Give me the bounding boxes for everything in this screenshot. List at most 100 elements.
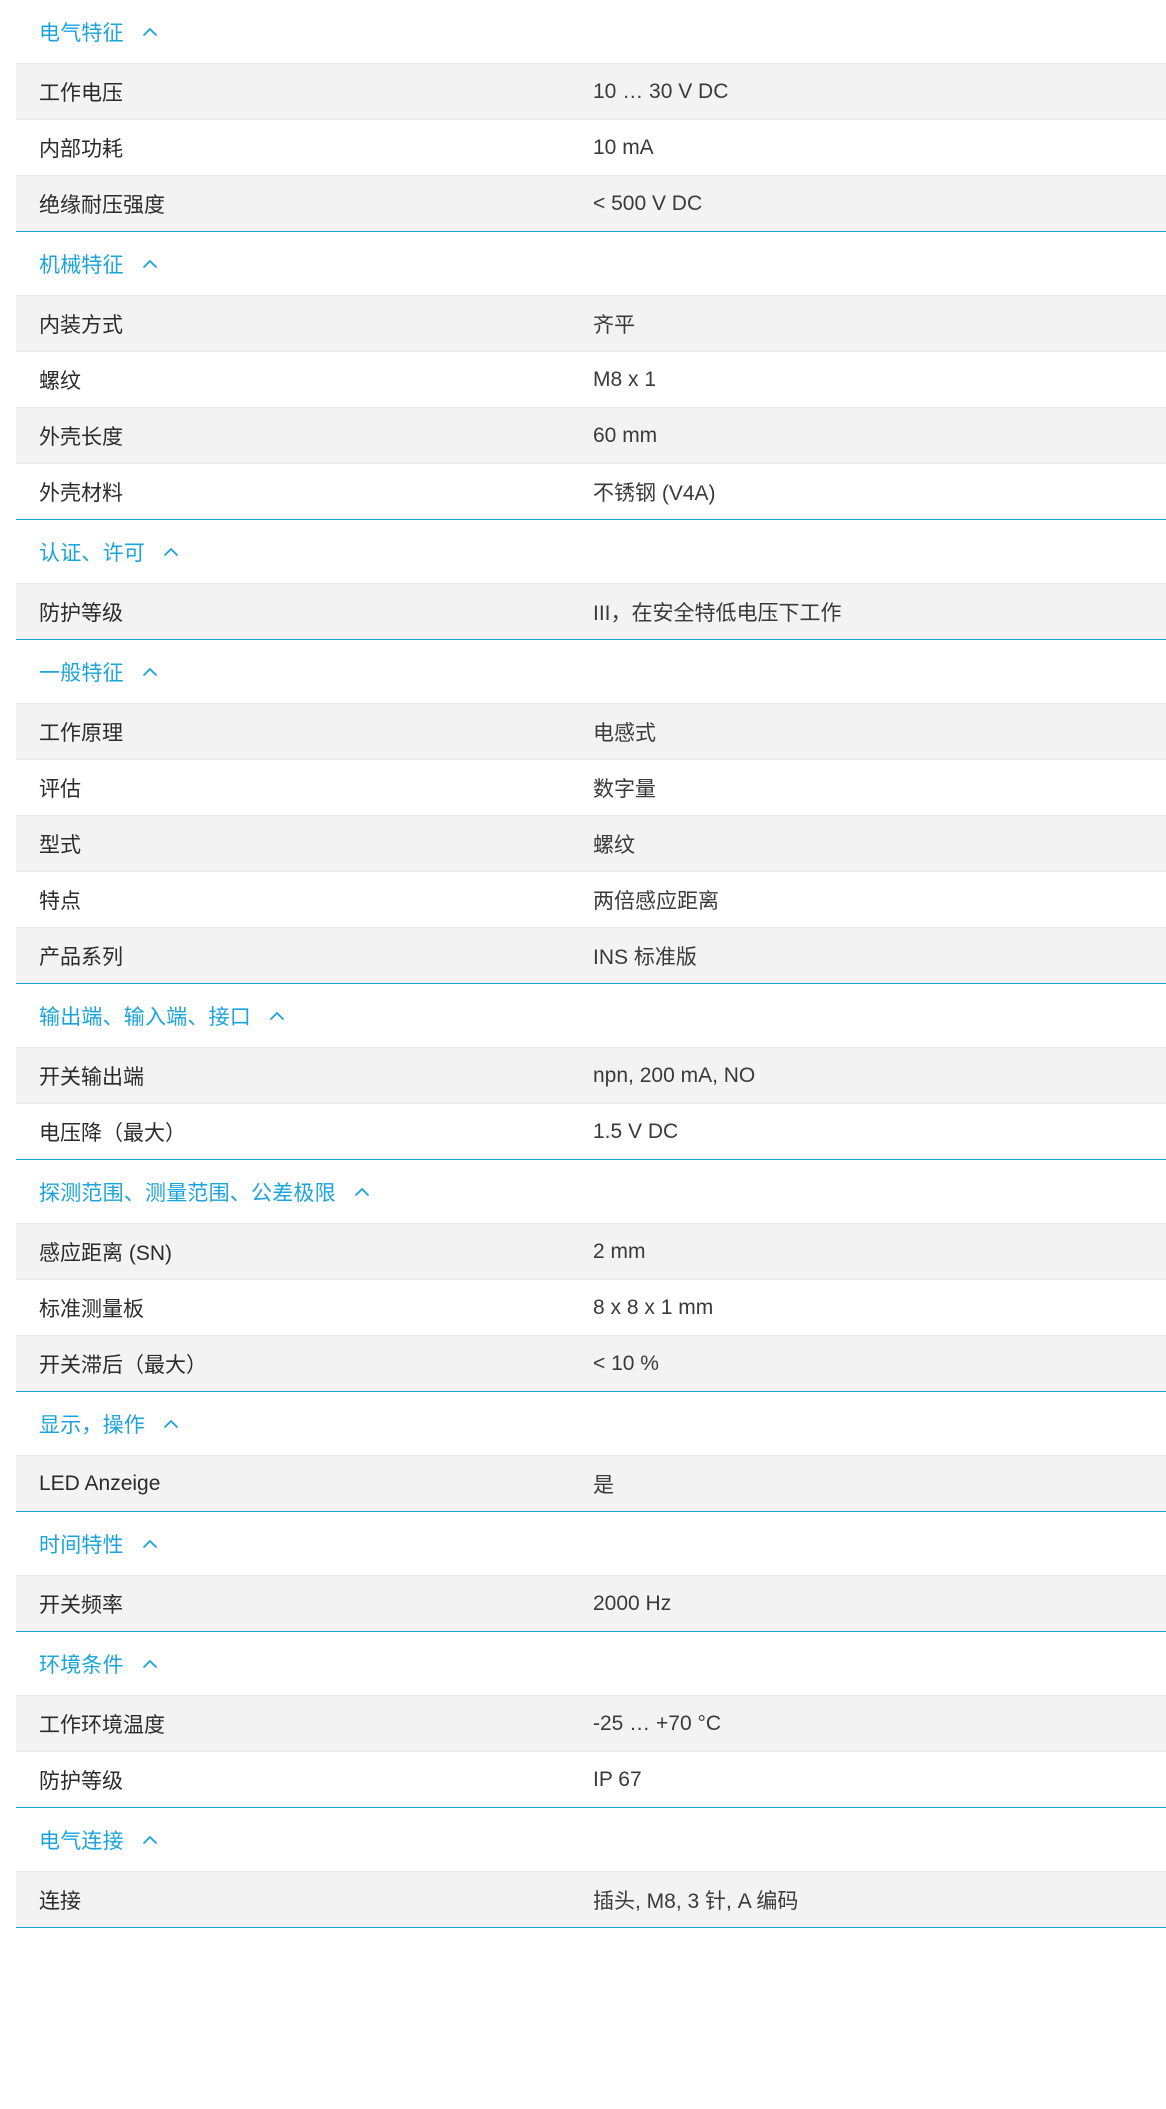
chevron-up-icon[interactable] xyxy=(159,1412,183,1436)
section-header-toggle[interactable]: 探测范围、测量范围、公差极限 xyxy=(16,1160,1166,1224)
spec-label: 工作电压 xyxy=(39,81,123,105)
spec-label: 产品系列 xyxy=(39,945,123,969)
section-title: 时间特性 xyxy=(39,1533,124,1557)
spec-row: 开关频率 2000 Hz xyxy=(16,1576,1166,1632)
spec-value: < 10 % xyxy=(593,1351,659,1375)
spec-section-environment: 环境条件工作环境温度 -25 … +70 °C 防护等级 IP 67 xyxy=(16,1632,1166,1808)
spec-label: 开关滞后（最大） xyxy=(39,1353,207,1377)
spec-row: 外壳长度 60 mm xyxy=(16,408,1166,464)
chevron-up-icon[interactable] xyxy=(138,252,162,276)
spec-row: 工作原理 电感式 xyxy=(16,704,1166,760)
section-title: 一般特征 xyxy=(39,661,124,685)
spec-label: 防护等级 xyxy=(39,1769,123,1793)
spec-value: 电感式 xyxy=(593,721,656,745)
spec-section-outputs: 输出端、输入端、接口 开关输出端 npn, 200 mA, NO 电压降（最大） 1.5… xyxy=(16,984,1166,1160)
spec-label: 工作环境温度 xyxy=(39,1713,165,1737)
spec-row: 防护等级 IP 67 xyxy=(16,1752,1166,1808)
section-header-toggle[interactable]: 时间特性 xyxy=(16,1512,1166,1576)
section-title: 输出端、输入端、接口 xyxy=(39,1005,251,1029)
spec-section-display: 显示，操作 LED Anzeige 是 xyxy=(16,1392,1166,1512)
section-rows: 防护等级 III，在安全特低电压下工作 xyxy=(16,584,1166,640)
spec-value: 10 mA xyxy=(593,135,654,159)
chevron-up-icon[interactable] xyxy=(159,540,183,564)
spec-value: -25 … +70 °C xyxy=(593,1711,722,1735)
section-title: 探测范围、测量范围、公差极限 xyxy=(39,1181,336,1205)
spec-label: 连接 xyxy=(39,1889,81,1913)
section-header-toggle[interactable]: 显示，操作 xyxy=(16,1392,1166,1456)
spec-label: 开关频率 xyxy=(39,1593,123,1617)
spec-label: 内装方式 xyxy=(39,313,123,337)
spec-label: 外壳长度 xyxy=(39,425,123,449)
section-header-toggle[interactable]: 电气特征 xyxy=(16,0,1166,64)
spec-label: 感应距离 (SN) xyxy=(39,1241,172,1265)
spec-label: 型式 xyxy=(39,833,81,857)
spec-value: 齐平 xyxy=(593,313,635,337)
chevron-up-icon[interactable] xyxy=(350,1180,374,1204)
spec-section-general: 一般特征工作原理 电感式 评估 数字量型式 螺纹特点 两倍感应距离产品系列 INS 标准版 xyxy=(16,640,1166,984)
section-rows: 工作原理 电感式 评估 数字量型式 螺纹特点 两倍感应距离产品系列 INS 标准版 xyxy=(16,704,1166,984)
spec-label: 标准测量板 xyxy=(39,1297,144,1321)
spec-label: 电压降（最大） xyxy=(39,1121,186,1145)
spec-label: 特点 xyxy=(39,889,81,913)
spec-table: 电气特征工作电压 10 … 30 V DC 内部功耗 10 mA 绝缘耐压强度 < 500… xyxy=(16,0,1166,1928)
spec-value: npn, 200 mA, NO xyxy=(593,1063,756,1087)
spec-value: INS 标准版 xyxy=(593,945,697,969)
spec-row: 工作电压 10 … 30 V DC xyxy=(16,64,1166,120)
spec-value: 两倍感应距离 xyxy=(593,889,719,913)
spec-row: 内部功耗 10 mA xyxy=(16,120,1166,176)
spec-value: 2 mm xyxy=(593,1239,646,1263)
section-title: 环境条件 xyxy=(39,1653,124,1677)
spec-value: 不锈钢 (V4A) xyxy=(593,481,716,505)
section-rows: 内装方式 齐平螺纹 M8 x 1 外壳长度 60 mm 外壳材料 不锈钢 (V4A) xyxy=(16,296,1166,520)
spec-value: 2000 Hz xyxy=(593,1591,672,1615)
spec-row: 内装方式 齐平 xyxy=(16,296,1166,352)
spec-section-mechanical: 机械特征内装方式 齐平螺纹 M8 x 1 外壳长度 60 mm 外壳材料 不锈钢 (V4A) xyxy=(16,232,1166,520)
spec-value: III，在安全特低电压下工作 xyxy=(593,601,842,625)
section-header-toggle[interactable]: 机械特征 xyxy=(16,232,1166,296)
chevron-up-icon[interactable] xyxy=(138,1652,162,1676)
chevron-up-icon[interactable] xyxy=(138,1828,162,1852)
spec-row: 型式 螺纹 xyxy=(16,816,1166,872)
section-rows: LED Anzeige 是 xyxy=(16,1456,1166,1512)
spec-label: 外壳材料 xyxy=(39,481,123,505)
spec-row: 评估 数字量 xyxy=(16,760,1166,816)
spec-row: 外壳材料 不锈钢 (V4A) xyxy=(16,464,1166,520)
chevron-up-icon[interactable] xyxy=(138,1532,162,1556)
section-header-toggle[interactable]: 输出端、输入端、接口 xyxy=(16,984,1166,1048)
spec-value: 10 … 30 V DC xyxy=(593,79,729,103)
spec-value: M8 x 1 xyxy=(593,367,657,391)
spec-row: 电压降（最大） 1.5 V DC xyxy=(16,1104,1166,1160)
spec-label: 防护等级 xyxy=(39,601,123,625)
section-header-toggle[interactable]: 电气连接 xyxy=(16,1808,1166,1872)
spec-label: 螺纹 xyxy=(39,369,81,393)
spec-value: 1.5 V DC xyxy=(593,1119,679,1143)
spec-row: 开关输出端 npn, 200 mA, NO xyxy=(16,1048,1166,1104)
spec-value: 是 xyxy=(593,1473,614,1497)
spec-section-electrical: 电气特征工作电压 10 … 30 V DC 内部功耗 10 mA 绝缘耐压强度 < 500… xyxy=(16,0,1166,232)
section-header-toggle[interactable]: 环境条件 xyxy=(16,1632,1166,1696)
spec-row: 工作环境温度 -25 … +70 °C xyxy=(16,1696,1166,1752)
section-header-toggle[interactable]: 一般特征 xyxy=(16,640,1166,704)
spec-row: 连接 插头, M8, 3 针, A 编码 xyxy=(16,1872,1166,1928)
spec-row: 绝缘耐压强度 < 500 V DC xyxy=(16,176,1166,232)
spec-section-connection: 电气连接连接 插头, M8, 3 针, A 编码 xyxy=(16,1808,1166,1928)
section-header-toggle[interactable]: 认证、许可 xyxy=(16,520,1166,584)
section-title: 机械特征 xyxy=(39,253,124,277)
spec-row: 特点 两倍感应距离 xyxy=(16,872,1166,928)
spec-row: 开关滞后（最大） < 10 % xyxy=(16,1336,1166,1392)
section-rows: 工作电压 10 … 30 V DC 内部功耗 10 mA 绝缘耐压强度 < 500 V D… xyxy=(16,64,1166,232)
section-rows: 开关输出端 npn, 200 mA, NO 电压降（最大） 1.5 V DC xyxy=(16,1048,1166,1160)
spec-label: LED Anzeige xyxy=(39,1471,161,1495)
spec-row: LED Anzeige 是 xyxy=(16,1456,1166,1512)
spec-value: 螺纹 xyxy=(593,833,635,857)
chevron-up-icon[interactable] xyxy=(138,660,162,684)
spec-label: 内部功耗 xyxy=(39,137,123,161)
chevron-up-icon[interactable] xyxy=(138,20,162,44)
spec-label: 开关输出端 xyxy=(39,1065,144,1089)
spec-value: 插头, M8, 3 针, A 编码 xyxy=(593,1889,799,1913)
spec-label: 绝缘耐压强度 xyxy=(39,193,165,217)
chevron-up-icon[interactable] xyxy=(265,1004,289,1028)
spec-label: 评估 xyxy=(39,777,81,801)
spec-value: < 500 V DC xyxy=(593,191,703,215)
section-rows: 感应距离 (SN) 2 mm 标准测量板 8 x 8 x 1 mm 开关滞后（最大） < … xyxy=(16,1224,1166,1392)
